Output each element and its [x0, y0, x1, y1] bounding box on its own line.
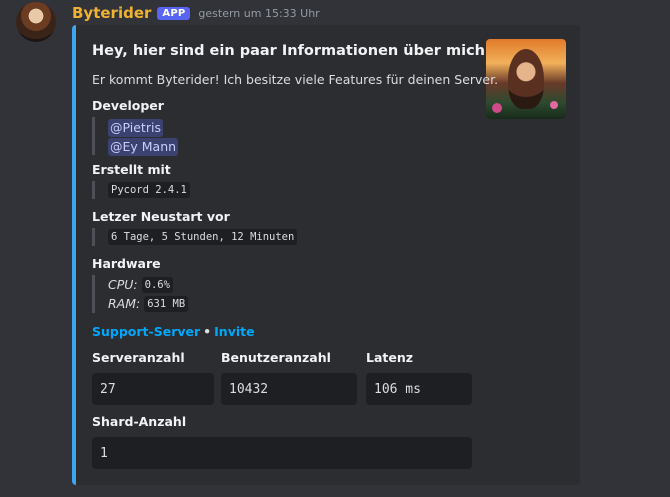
bot-username[interactable]: Byterider: [72, 4, 151, 22]
servers-label: Serveranzahl: [92, 350, 185, 365]
ram-label: RAM:: [108, 296, 141, 311]
ram-value: 631 MB: [144, 295, 189, 312]
field-hardware-name: Hardware: [92, 256, 161, 271]
app-badge: APP: [157, 6, 191, 20]
bot-avatar[interactable]: [16, 2, 56, 42]
shard-label: Shard-Anzahl: [92, 414, 187, 429]
created-value: Pycord 2.4.1: [108, 182, 190, 198]
embed-links: Support-Server • Invite: [92, 324, 255, 339]
latency-label: Latenz: [366, 350, 414, 365]
link-separator: •: [203, 324, 212, 339]
cpu-label: CPU:: [108, 277, 138, 292]
thumbnail-flower: [492, 103, 502, 113]
info-embed: Hey, hier sind ein paar Informationen üb…: [72, 25, 580, 485]
cpu-value: 0.6%: [141, 276, 173, 293]
field-created-name: Erstellt mit: [92, 162, 171, 177]
embed-description: Er kommt Byterider! Ich besitze viele Fe…: [92, 72, 499, 87]
message-header: Byterider APP gestern um 15:33 Uhr: [72, 2, 320, 24]
message-timestamp: gestern um 15:33 Uhr: [198, 6, 320, 20]
latency-value: 106 ms: [366, 373, 472, 405]
field-developer-name: Developer: [92, 98, 164, 113]
invite-link[interactable]: Invite: [214, 324, 254, 339]
support-server-link[interactable]: Support-Server: [92, 324, 200, 339]
shard-value: 1: [92, 437, 472, 469]
created-quote: Pycord 2.4.1: [92, 181, 190, 199]
field-restart-name: Letzer Neustart vor: [92, 209, 230, 224]
mention-ey-mann[interactable]: @Ey Mann: [108, 138, 179, 156]
restart-quote: 6 Tage, 5 Stunden, 12 Minuten: [92, 228, 298, 246]
hardware-quote: CPU: 0.6% RAM: 631 MB: [92, 275, 189, 313]
thumbnail-figure: [508, 49, 544, 109]
servers-value: 27: [92, 373, 214, 405]
developer-quote: @Pietris @Ey Mann: [92, 117, 179, 156]
mention-pietris[interactable]: @Pietris: [108, 119, 163, 137]
embed-title: Hey, hier sind ein paar Informationen üb…: [92, 43, 486, 59]
users-value: 10432: [221, 373, 357, 405]
thumbnail-flower: [550, 101, 558, 109]
restart-value: 6 Tage, 5 Stunden, 12 Minuten: [108, 229, 298, 245]
users-label: Benutzeranzahl: [221, 350, 331, 365]
